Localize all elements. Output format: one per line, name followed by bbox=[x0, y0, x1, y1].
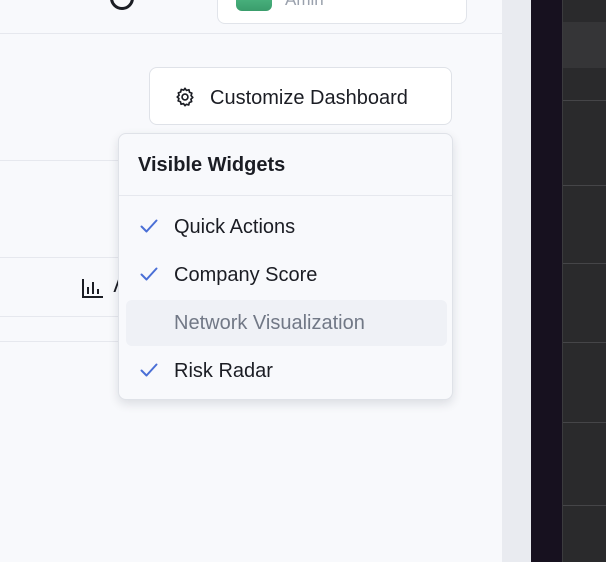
customize-dashboard-button[interactable]: Customize Dashboard bbox=[149, 67, 452, 125]
visible-widgets-dropdown: Visible Widgets Quick Actions Company Sc… bbox=[118, 133, 453, 400]
panel-band bbox=[563, 22, 606, 68]
row-divider bbox=[0, 257, 118, 258]
user-name: Amin bbox=[285, 0, 324, 11]
dark-panel-edge bbox=[531, 0, 562, 562]
avatar bbox=[236, 0, 272, 11]
header-controls bbox=[110, 0, 190, 10]
user-menu[interactable]: Amin bbox=[217, 0, 467, 24]
widget-option-label: Network Visualization bbox=[174, 312, 365, 334]
dashboard-main: Amin Customize Dashboard Visible Widgets… bbox=[0, 0, 502, 562]
widget-option-label: Quick Actions bbox=[174, 216, 296, 238]
panel-divider bbox=[563, 100, 606, 101]
widget-option-company-score[interactable]: Company Score bbox=[126, 252, 447, 298]
panel-divider bbox=[563, 342, 606, 343]
check-icon bbox=[140, 219, 158, 233]
notification-icon[interactable] bbox=[110, 0, 134, 10]
widget-option-label: Company Score bbox=[174, 264, 318, 286]
gear-icon bbox=[176, 87, 194, 107]
row-divider bbox=[0, 316, 118, 317]
panel-divider bbox=[563, 505, 606, 506]
widget-option-label: Risk Radar bbox=[174, 360, 273, 382]
panel-divider bbox=[563, 263, 606, 264]
widget-option-quick-actions[interactable]: Quick Actions bbox=[126, 204, 447, 250]
check-icon bbox=[140, 363, 158, 377]
widget-option-network-visualization[interactable]: Network Visualization bbox=[126, 300, 447, 346]
dropdown-divider bbox=[119, 195, 452, 196]
row-divider bbox=[0, 341, 118, 342]
panel-divider bbox=[563, 185, 606, 186]
bar-chart-icon[interactable] bbox=[82, 278, 104, 298]
widget-option-risk-radar[interactable]: Risk Radar bbox=[126, 348, 447, 394]
check-icon bbox=[140, 267, 158, 281]
customize-dashboard-label: Customize Dashboard bbox=[210, 87, 408, 109]
header-divider bbox=[0, 33, 502, 34]
dark-side-panel bbox=[562, 0, 606, 562]
side-gutter bbox=[502, 0, 531, 562]
row-divider bbox=[0, 160, 118, 161]
dropdown-title: Visible Widgets bbox=[138, 154, 286, 176]
panel-divider bbox=[563, 422, 606, 423]
